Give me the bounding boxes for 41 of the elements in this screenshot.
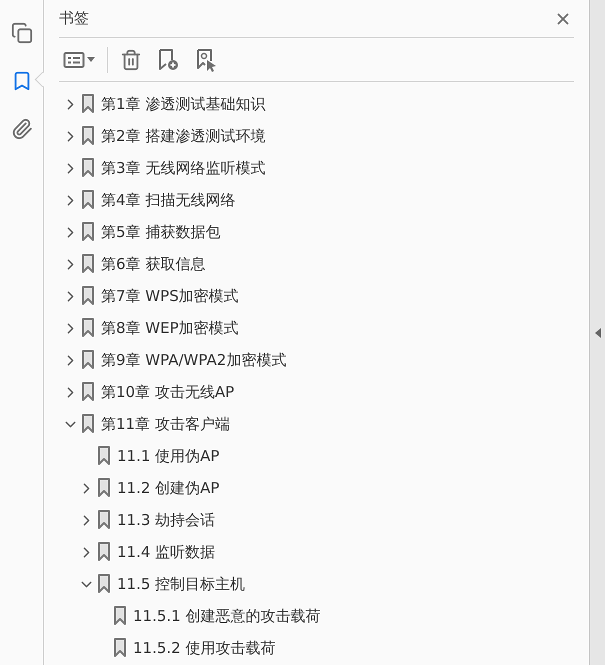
bookmark-item[interactable]: 第7章 WPS加密模式: [101, 286, 239, 306]
bookmark-icon: [97, 510, 111, 530]
bookmark-item[interactable]: 第6章 获取信息: [101, 254, 206, 274]
bookmark-icon: [81, 222, 95, 242]
collapse-arrow-icon[interactable]: [594, 328, 600, 338]
bookmark-item[interactable]: 第1章 渗透测试基础知识: [101, 94, 266, 114]
bookmark-icon: [97, 478, 111, 498]
bookmark-icon: [81, 414, 95, 434]
bookmark-item[interactable]: 第2章 搭建渗透测试环境: [101, 126, 266, 146]
paperclip-icon: [10, 118, 32, 140]
bookmark-icon: [81, 254, 95, 274]
bookmark-icon: [81, 318, 95, 338]
bookmark-item[interactable]: 第5章 捕获数据包: [101, 222, 220, 242]
bookmark-item[interactable]: 第8章 WEP加密模式: [101, 318, 239, 338]
bookmark-icon: [113, 606, 127, 626]
bookmark-icon: [81, 126, 95, 146]
bookmark-item[interactable]: 第11章 攻击客户端: [101, 414, 230, 434]
bookmark-item[interactable]: 11.4 监听数据: [117, 542, 216, 562]
bookmark-item[interactable]: 11.5.1 创建恶意的攻击载荷: [133, 606, 320, 626]
bookmark-icon: [113, 638, 127, 658]
pages-icon: [10, 22, 32, 44]
panel-title: 书签: [59, 9, 89, 28]
bookmark-icon: [81, 190, 95, 210]
bookmark-item[interactable]: 11.5 控制目标主机: [117, 574, 246, 594]
bookmark-item[interactable]: 第10章 攻击无线AP: [101, 382, 234, 402]
bookmark-item[interactable]: 第9章 WPA/WPA2加密模式: [101, 350, 286, 370]
bookmark-icon: [81, 350, 95, 370]
bookmark-item[interactable]: 第4章 扫描无线网络: [101, 190, 236, 210]
bookmark-icon: [81, 382, 95, 402]
bookmark-icon: [81, 94, 95, 114]
bookmark-item[interactable]: 11.2 创建伪AP: [117, 478, 220, 498]
bookmark-icon: [97, 542, 111, 562]
bookmark-item[interactable]: 11.1 使用伪AP: [117, 446, 220, 466]
bookmark-item[interactable]: 11.5.2 使用攻击载荷: [133, 638, 276, 658]
caret-icon: [87, 57, 95, 62]
bookmark-icon: [81, 158, 95, 178]
bookmark-icon: [97, 574, 111, 594]
bookmark-item[interactable]: 11.3 劫持会话: [117, 510, 216, 530]
bookmark-icon: [97, 446, 111, 466]
bookmark-icon: [81, 286, 95, 306]
bookmark-item[interactable]: 第3章 无线网络监听模式: [101, 158, 266, 178]
